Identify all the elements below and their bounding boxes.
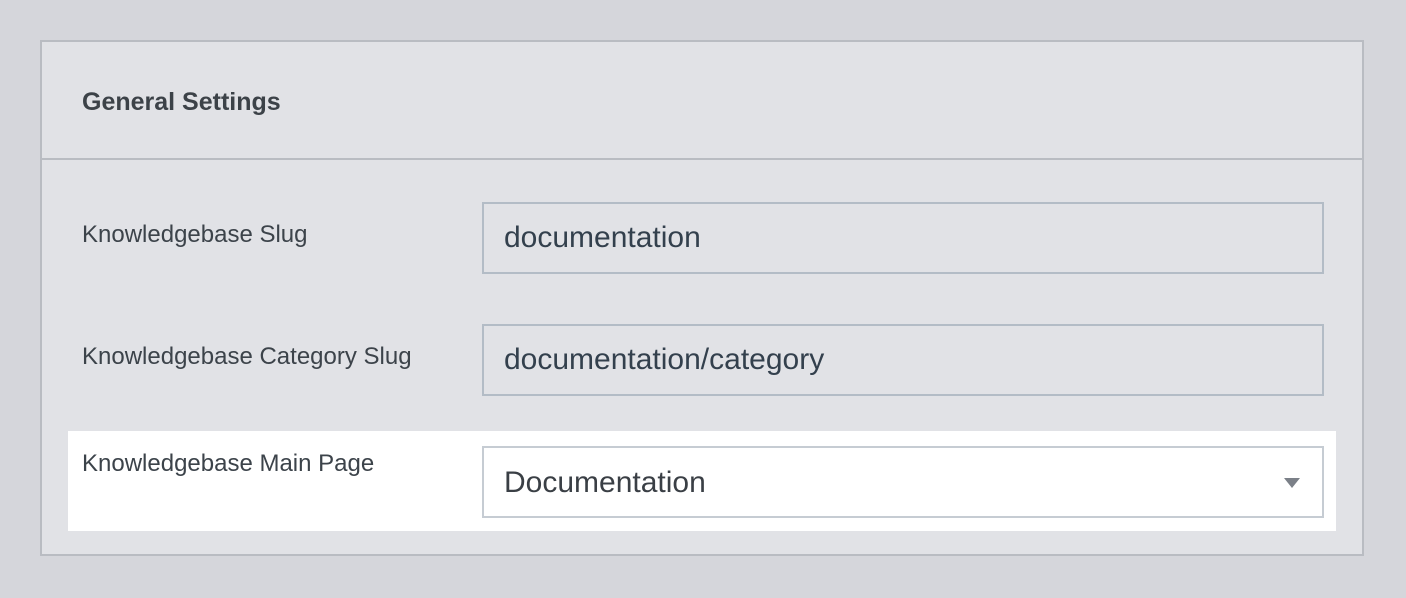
kb-slug-input[interactable] — [482, 202, 1324, 274]
kb-main-page-label: Knowledgebase Main Page — [82, 450, 375, 477]
chevron-down-icon[interactable] — [1284, 478, 1300, 488]
setting-row-kb-category-slug: Knowledgebase Category Slug — [42, 324, 1362, 424]
panel-title: General Settings — [82, 88, 281, 116]
setting-row-kb-slug: Knowledgebase Slug — [42, 202, 1362, 302]
kb-slug-label: Knowledgebase Slug — [82, 221, 308, 248]
kb-category-slug-label: Knowledgebase Category Slug — [82, 343, 412, 370]
panel-header: General Settings — [42, 42, 1362, 160]
kb-main-page-select[interactable]: Documentation — [482, 446, 1324, 518]
setting-row-kb-main-page: Knowledgebase Main Page Documentation — [68, 431, 1336, 531]
kb-main-page-selected-value: Documentation — [504, 466, 706, 499]
general-settings-panel: General Settings Knowledgebase Slug Know… — [40, 40, 1364, 556]
kb-category-slug-input[interactable] — [482, 324, 1324, 396]
